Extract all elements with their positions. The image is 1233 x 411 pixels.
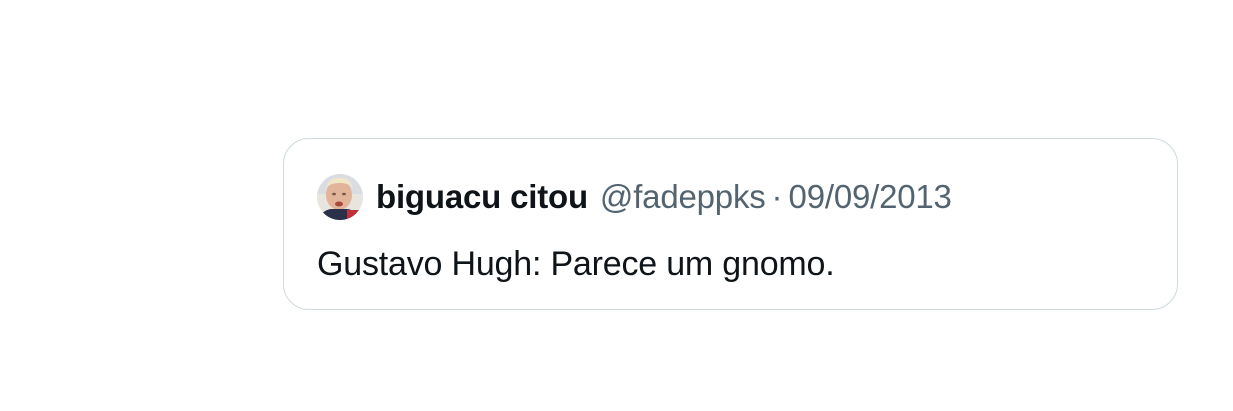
user-handle[interactable]: @fadeppks <box>600 178 766 216</box>
tweet-date[interactable]: 09/09/2013 <box>789 178 952 216</box>
quoted-tweet-header: biguacu citou @fadeppks · 09/09/2013 <box>317 172 952 222</box>
quoted-tweet-text: Gustavo Hugh: Parece um gnomo. <box>317 245 835 283</box>
quoted-tweet-card[interactable]: biguacu citou @fadeppks · 09/09/2013 Gus… <box>283 138 1178 310</box>
profile-photo-icon[interactable] <box>317 174 363 220</box>
page: biguacu citou @fadeppks · 09/09/2013 Gus… <box>0 0 1233 411</box>
separator-dot: · <box>771 178 783 215</box>
display-name[interactable]: biguacu citou <box>376 178 588 216</box>
